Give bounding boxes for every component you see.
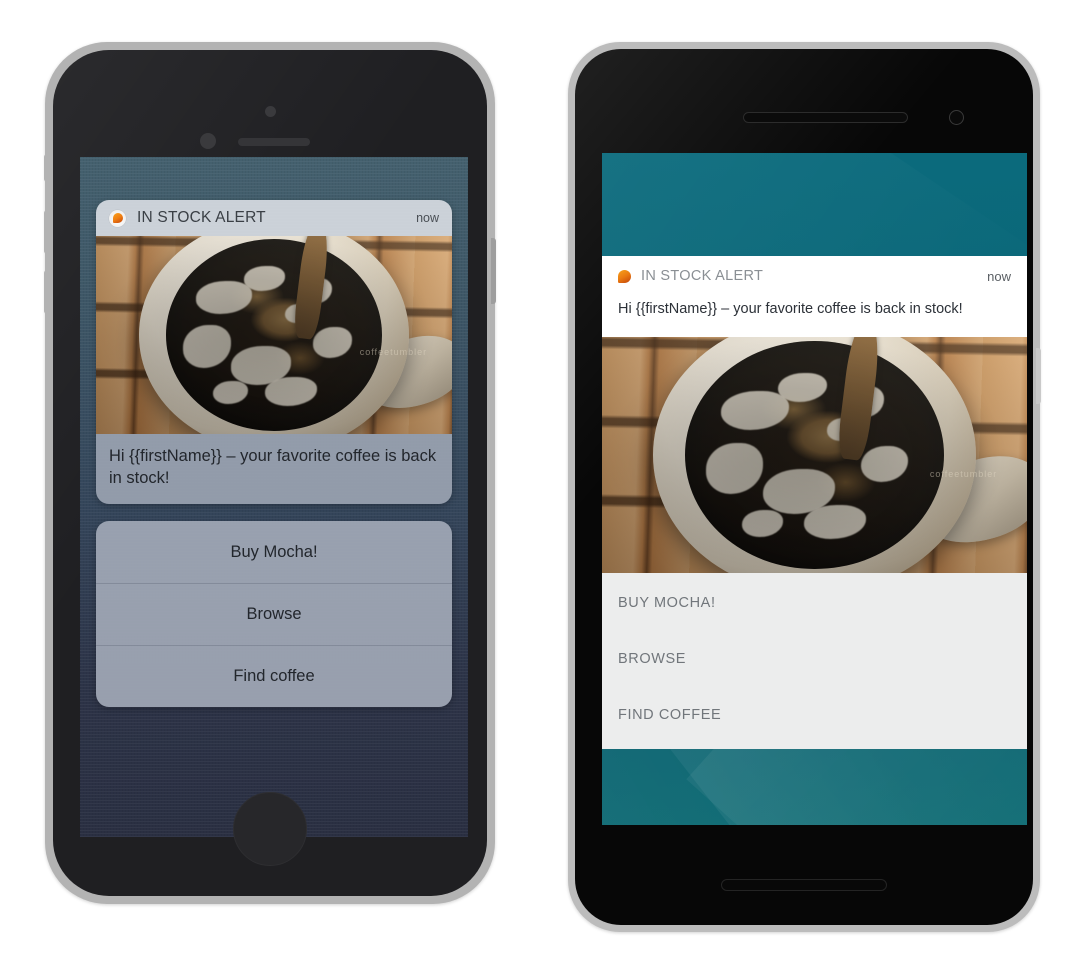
android-action-buy-mocha[interactable]: BUY MOCHA! xyxy=(602,575,1027,631)
android-notification-message: Hi {{firstName}} – your favorite coffee … xyxy=(618,301,963,317)
android-body: IN STOCK ALERT now Hi {{firstName}} – yo… xyxy=(575,49,1033,925)
ios-notification-message: Hi {{firstName}} – your favorite coffee … xyxy=(96,434,452,505)
iphone-lockscreen: IN STOCK ALERT now coffeetumbler Hi {{fi… xyxy=(80,157,468,837)
coffee-cup-photo: coffeetumbler xyxy=(96,236,452,434)
android-notification-header: IN STOCK ALERT now xyxy=(602,256,1027,296)
android-earpiece-speaker-icon xyxy=(743,112,908,123)
iphone-volume-down-button[interactable] xyxy=(44,270,49,314)
earpiece-speaker-icon xyxy=(238,138,310,146)
android-notification-timestamp: now xyxy=(987,268,1011,284)
coffee-app-icon xyxy=(618,269,631,283)
coffee-app-icon xyxy=(109,209,126,227)
coffee-cup-photo: coffeetumbler xyxy=(602,336,1027,573)
android-power-button[interactable] xyxy=(1036,348,1041,404)
ios-notification-header: IN STOCK ALERT now xyxy=(96,200,452,236)
ios-notification-title: IN STOCK ALERT xyxy=(137,209,266,226)
android-front-camera-icon xyxy=(949,110,964,125)
photo-lighting-overlay xyxy=(602,336,1027,573)
ios-notification-image: coffeetumbler xyxy=(96,236,452,434)
android-bottom-speaker-icon xyxy=(721,879,887,891)
screenshot-canvas: IN STOCK ALERT now coffeetumbler Hi {{fi… xyxy=(0,0,1089,970)
ios-notification-actions: Buy Mocha! Browse Find coffee xyxy=(96,521,452,707)
android-notification-actions: BUY MOCHA! BROWSE FIND COFFEE xyxy=(602,572,1027,749)
iphone-power-button[interactable] xyxy=(491,238,496,304)
photo-watermark: coffeetumbler xyxy=(359,346,428,357)
iphone-body: IN STOCK ALERT now coffeetumbler Hi {{fi… xyxy=(53,50,487,896)
android-lockscreen: IN STOCK ALERT now Hi {{firstName}} – yo… xyxy=(602,153,1027,825)
photo-watermark: coffeetumbler xyxy=(929,469,998,479)
android-notification-image: coffeetumbler xyxy=(602,336,1027,573)
proximity-sensor-icon xyxy=(200,133,216,149)
ios-notification-timestamp: now xyxy=(416,211,439,225)
android-notification-title: IN STOCK ALERT xyxy=(641,268,764,284)
front-camera-icon xyxy=(265,106,276,117)
home-button[interactable] xyxy=(233,792,307,866)
ios-notification-card[interactable]: IN STOCK ALERT now coffeetumbler Hi {{fi… xyxy=(96,200,452,505)
ios-action-buy-mocha[interactable]: Buy Mocha! xyxy=(96,521,452,583)
android-action-find-coffee[interactable]: FIND COFFEE xyxy=(602,687,1027,743)
android-action-browse[interactable]: BROWSE xyxy=(602,631,1027,687)
iphone-mute-switch[interactable] xyxy=(44,154,49,182)
android-device-mockup: IN STOCK ALERT now Hi {{firstName}} – yo… xyxy=(568,42,1041,932)
android-notification-card[interactable]: IN STOCK ALERT now Hi {{firstName}} – yo… xyxy=(602,256,1027,749)
iphone-volume-up-button[interactable] xyxy=(44,210,49,254)
iphone-device-mockup: IN STOCK ALERT now coffeetumbler Hi {{fi… xyxy=(44,42,496,904)
ios-action-find-coffee[interactable]: Find coffee xyxy=(96,645,452,707)
ios-action-browse[interactable]: Browse xyxy=(96,583,452,645)
photo-lighting-overlay xyxy=(96,236,452,434)
